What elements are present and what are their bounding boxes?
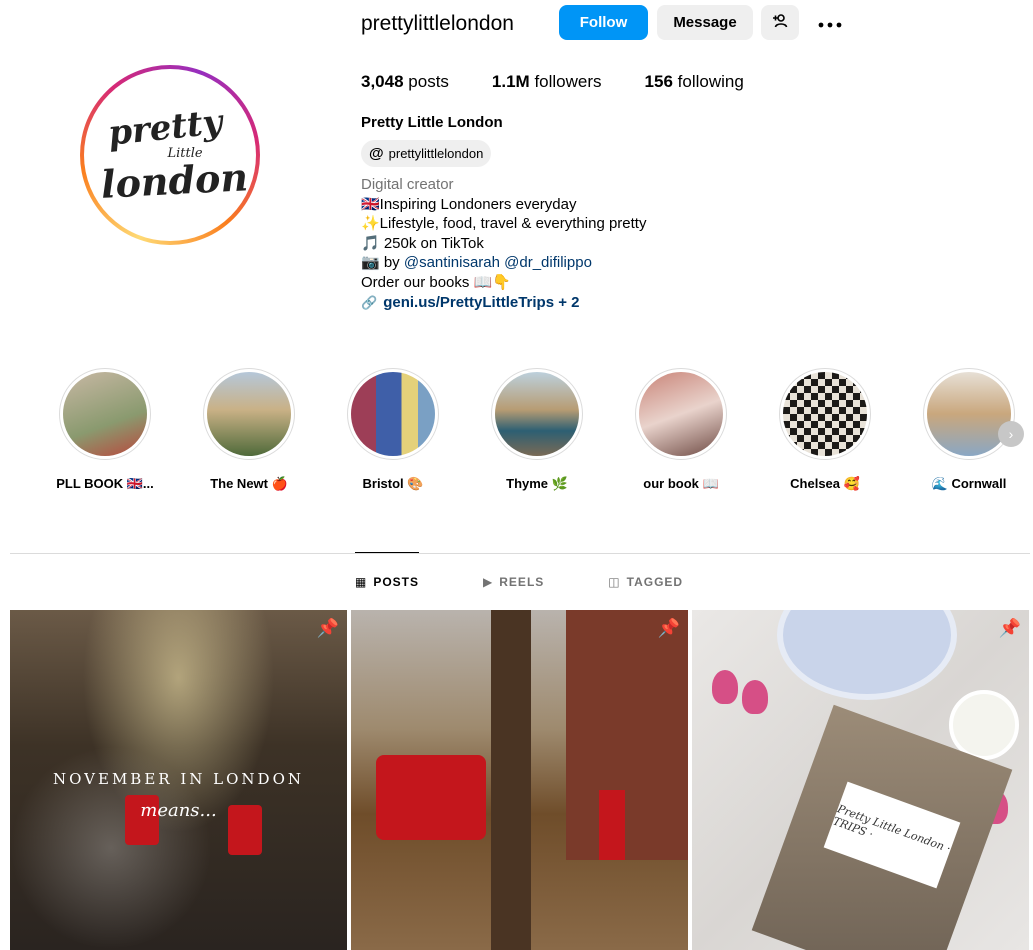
- bio-line: 🇬🇧Inspiring Londoners everyday: [361, 195, 577, 213]
- highlight-cover: [783, 372, 867, 456]
- highlight-cover: [639, 372, 723, 456]
- add-user-icon: [772, 13, 788, 33]
- threads-badge[interactable]: @ prettylittlelondon: [361, 140, 492, 167]
- following-stat[interactable]: 156 following: [645, 72, 744, 92]
- post-image-detail: [712, 670, 738, 704]
- more-dots-icon: [818, 11, 842, 34]
- threads-handle: prettylittlelondon: [388, 146, 484, 161]
- avatar-border: pretty Little london: [84, 69, 256, 241]
- highlight-item[interactable]: Chelsea 🥰: [755, 368, 895, 492]
- profile-avatar[interactable]: pretty Little london: [80, 65, 260, 245]
- highlight-label: The Newt 🍎: [210, 476, 288, 491]
- bio-link-row[interactable]: 🔗 geni.us/PrettyLittleTrips + 2: [361, 293, 646, 313]
- post-image-detail: [777, 610, 957, 700]
- highlight-ring: [923, 368, 1015, 460]
- posts-label: posts: [408, 72, 449, 91]
- tab-tagged-label: TAGGED: [626, 575, 684, 589]
- highlight-ring: [59, 368, 151, 460]
- post-image-detail: [949, 690, 1019, 760]
- highlight-ring: [347, 368, 439, 460]
- highlight-cover: [351, 372, 435, 456]
- tab-posts[interactable]: ▦ POSTS: [355, 575, 419, 589]
- highlights-next-button[interactable]: ›: [998, 421, 1024, 447]
- followers-stat[interactable]: 1.1M followers: [492, 72, 602, 92]
- following-count: 156: [644, 72, 673, 91]
- highlight-ring: [779, 368, 871, 460]
- profile-stats: 3,048 posts 1.1M followers 156 following: [361, 72, 787, 92]
- tab-reels-label: REELS: [499, 575, 545, 589]
- bio-line: 🎵 250k on TikTok: [361, 234, 484, 252]
- highlight-ring: [491, 368, 583, 460]
- pin-icon: 📌: [316, 618, 339, 638]
- highlight-label: our book 📖: [643, 476, 719, 491]
- profile-bio: Digital creator 🇬🇧Inspiring Londoners ev…: [361, 175, 646, 312]
- tabs-divider: [10, 553, 1030, 554]
- post-image-detail: [599, 790, 625, 860]
- posts-grid: NOVEMBER IN LONDON means... 📌 📌 Pretty L…: [10, 610, 1031, 950]
- pin-icon: 📌: [657, 618, 680, 638]
- post-image-detail: [376, 755, 486, 840]
- active-tab-indicator: [355, 552, 419, 553]
- logo-word-london: london: [99, 153, 249, 207]
- follow-button[interactable]: Follow: [559, 5, 648, 40]
- post-overlay-title: NOVEMBER IN LONDON: [53, 770, 304, 788]
- highlight-ring: [203, 368, 295, 460]
- highlight-label: 🌊 Cornwall: [931, 476, 1007, 491]
- highlight-item[interactable]: our book 📖: [611, 368, 751, 492]
- post-overlay-subtitle: means...: [140, 800, 217, 821]
- posts-count: 3,048: [361, 72, 404, 91]
- bio-external-link[interactable]: geni.us/PrettyLittleTrips + 2: [383, 294, 579, 311]
- highlight-cover: [207, 372, 291, 456]
- post-tile[interactable]: Pretty Little London · TRIPS · 📌: [692, 610, 1029, 950]
- story-highlights: PLL BOOK 🇬🇧... The Newt 🍎 Bristol 🎨 Thym…: [0, 368, 1033, 498]
- mention-link[interactable]: @santinisarah: [404, 254, 500, 271]
- link-icon: 🔗: [361, 294, 378, 310]
- pin-icon: 📌: [998, 618, 1021, 638]
- post-image-detail: [742, 680, 768, 714]
- highlight-item[interactable]: Thyme 🌿: [467, 368, 607, 492]
- post-image-detail: [566, 610, 688, 860]
- highlight-item[interactable]: PLL BOOK 🇬🇧...: [35, 368, 175, 492]
- chevron-right-icon: ›: [1008, 426, 1014, 442]
- posts-stat: 3,048 posts: [361, 72, 449, 92]
- more-options-button[interactable]: [812, 5, 848, 40]
- grid-icon: ▦: [355, 575, 368, 589]
- highlight-ring: [635, 368, 727, 460]
- threads-icon: @: [369, 145, 384, 162]
- avatar-logo: pretty Little london: [90, 75, 250, 235]
- post-tile[interactable]: 📌: [351, 610, 688, 950]
- post-tile[interactable]: NOVEMBER IN LONDON means... 📌: [10, 610, 347, 950]
- bio-line-credits: 📷 by @santinisarah @dr_difilippo: [361, 253, 646, 273]
- profile-tabs: ▦ POSTS ▶ REELS ◫ TAGGED: [355, 575, 747, 589]
- reels-icon: ▶: [483, 575, 494, 589]
- following-label: following: [677, 72, 744, 91]
- highlight-item[interactable]: The Newt 🍎: [179, 368, 319, 492]
- profile-username: prettylittlelondon: [361, 12, 514, 35]
- suggested-users-button[interactable]: [761, 5, 799, 40]
- followers-label: followers: [534, 72, 602, 91]
- tagged-icon: ◫: [608, 575, 621, 589]
- highlight-item[interactable]: Bristol 🎨: [323, 368, 463, 492]
- highlight-cover: [927, 372, 1011, 456]
- tab-tagged[interactable]: ◫ TAGGED: [608, 575, 683, 589]
- bio-credits-prefix: 📷 by: [361, 254, 400, 272]
- followers-count: 1.1M: [491, 72, 530, 91]
- profile-category: Digital creator: [361, 176, 454, 193]
- highlight-cover: [495, 372, 579, 456]
- highlight-label: Chelsea 🥰: [790, 476, 860, 491]
- logo-word-pretty: pretty: [105, 101, 225, 154]
- bio-line: ✨Lifestyle, food, travel & everything pr…: [361, 215, 647, 233]
- post-image-detail: [491, 610, 531, 950]
- message-button[interactable]: Message: [657, 5, 753, 40]
- highlight-label: PLL BOOK 🇬🇧...: [56, 476, 154, 491]
- tab-reels[interactable]: ▶ REELS: [483, 575, 544, 589]
- bio-line: Order our books 📖👇: [361, 273, 511, 291]
- profile-full-name: Pretty Little London: [361, 114, 503, 131]
- highlight-label: Bristol 🎨: [362, 476, 424, 491]
- mention-link[interactable]: @dr_difilippo: [504, 254, 592, 271]
- highlight-cover: [63, 372, 147, 456]
- highlight-label: Thyme 🌿: [506, 476, 568, 491]
- tab-posts-label: POSTS: [373, 575, 420, 589]
